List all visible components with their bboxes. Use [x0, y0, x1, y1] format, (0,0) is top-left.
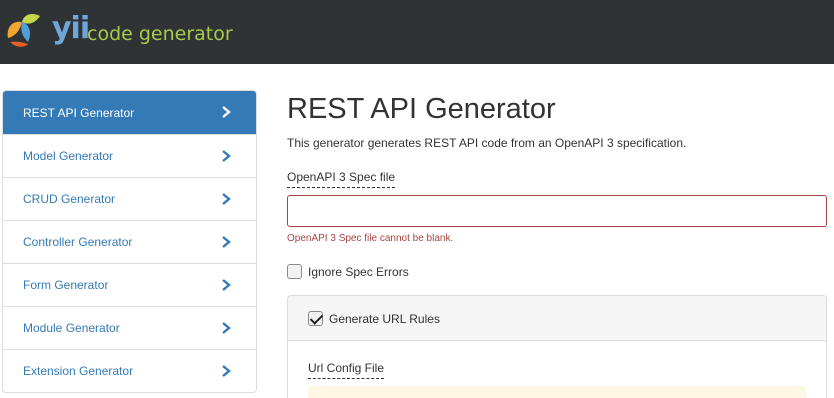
sidebar-item-label: CRUD Generator [23, 192, 116, 206]
page-description: This generator generates REST API code f… [287, 136, 687, 150]
chevron-right-icon [222, 279, 231, 291]
sidebar-item-module-generator[interactable]: Module Generator [3, 306, 256, 349]
chevron-right-icon [222, 365, 231, 377]
chevron-right-icon [222, 150, 231, 162]
generator-form: REST API Generator This generator genera… [287, 0, 834, 398]
chevron-right-icon [222, 236, 231, 248]
generator-sidebar: REST API Generator Model Generator CRUD … [2, 90, 257, 393]
sidebar-item-label: Module Generator [23, 321, 120, 335]
sidebar-item-label: Controller Generator [23, 235, 133, 249]
sidebar-item-rest-api-generator[interactable]: REST API Generator [3, 91, 256, 134]
sidebar-item-controller-generator[interactable]: Controller Generator [3, 220, 256, 263]
url-config-file-label[interactable]: Url Config File [308, 361, 385, 379]
ignore-spec-errors-label: Ignore Spec Errors [308, 264, 409, 279]
spec-file-input[interactable] [287, 195, 827, 227]
generate-url-rules-label: Generate URL Rules [329, 311, 440, 326]
chevron-right-icon [222, 106, 231, 118]
ignore-spec-errors-option[interactable]: Ignore Spec Errors [287, 264, 409, 279]
brand-mark: yii [52, 11, 90, 46]
url-config-file-input[interactable] [308, 386, 806, 398]
generate-url-rules-option[interactable]: Generate URL Rules [308, 311, 440, 326]
yii-leaf-icon [7, 14, 40, 47]
sidebar-item-label: Model Generator [23, 149, 114, 163]
spec-file-label[interactable]: OpenAPI 3 Spec file [287, 170, 396, 188]
sidebar-item-model-generator[interactable]: Model Generator [3, 134, 256, 177]
ignore-spec-errors-checkbox[interactable] [287, 264, 302, 279]
sidebar-item-form-generator[interactable]: Form Generator [3, 263, 256, 306]
yii-code-generator-logo[interactable]: yii code generator [0, 6, 233, 58]
spec-file-error: OpenAPI 3 Spec file cannot be blank. [287, 233, 454, 244]
chevron-right-icon [222, 193, 231, 205]
sidebar-item-label: Form Generator [23, 278, 109, 292]
sidebar-item-label: REST API Generator [23, 105, 135, 120]
page-title: REST API Generator [287, 93, 556, 125]
chevron-right-icon [222, 322, 231, 334]
sidebar-item-crud-generator[interactable]: CRUD Generator [3, 177, 256, 220]
brand-text: code generator [87, 23, 233, 45]
sidebar-item-label: Extension Generator [23, 364, 134, 378]
sidebar-item-extension-generator[interactable]: Extension Generator [3, 349, 256, 392]
url-rules-panel: Generate URL Rules Url Config File [287, 295, 827, 398]
generate-url-rules-checkbox[interactable] [308, 311, 323, 326]
url-rules-panel-header: Generate URL Rules [288, 296, 826, 341]
